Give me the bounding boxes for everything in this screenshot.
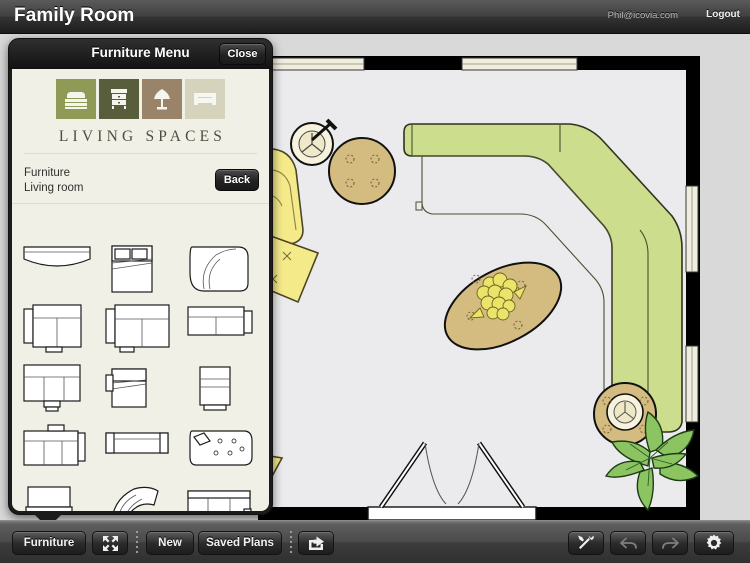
catalog-item-loveseat-arm-right[interactable]	[180, 299, 262, 359]
saved-plans-button[interactable]: Saved Plans	[198, 531, 282, 555]
lamp-icon	[142, 79, 182, 119]
catalog-item-armchair-tall[interactable]	[180, 359, 262, 419]
catalog-item-sofa-three-seat[interactable]	[98, 299, 180, 359]
breadcrumb: Furniture Living room Back	[12, 160, 269, 203]
sofa-icon	[185, 79, 225, 119]
catalog-item-loveseat-arm-left[interactable]	[16, 299, 98, 359]
undo-arrow-icon[interactable]	[610, 531, 646, 555]
user-email-label: Phil@icovia.com	[607, 10, 678, 21]
brand-tiles	[12, 79, 269, 119]
gear-icon[interactable]	[694, 531, 734, 555]
toolbar-separator	[290, 531, 292, 555]
toolbar-separator	[136, 531, 138, 555]
catalog-item-chaise-lounge-dots[interactable]	[180, 419, 262, 479]
catalog-grid	[16, 239, 269, 511]
close-button[interactable]: Close	[219, 43, 266, 65]
catalog-item-console-table-desk[interactable]	[16, 479, 98, 511]
catalog-item-curved-corner-sofa[interactable]	[98, 479, 180, 511]
catalog-item-angled-sectional[interactable]	[98, 359, 180, 419]
tools-icon[interactable]	[568, 531, 604, 555]
bed-icon	[56, 79, 96, 119]
catalog-item-sofa-three-cushion[interactable]	[180, 479, 262, 511]
round-side-table	[328, 137, 396, 205]
furniture-menu-popover[interactable]: Furniture Menu Close LIVING SPACES Furni…	[8, 38, 273, 515]
divider	[12, 203, 269, 204]
bottom-toolbar: Furniture New Saved Plans	[0, 520, 750, 563]
logout-button[interactable]: Logout	[706, 9, 740, 20]
window-top-right	[461, 57, 578, 71]
furniture-menu-body: LIVING SPACES Furniture Living room Back	[12, 69, 269, 511]
page-title: Family Room	[14, 5, 135, 26]
catalog-item-bed-plan[interactable]	[98, 239, 180, 299]
redo-arrow-icon[interactable]	[652, 531, 688, 555]
app-header: Family Room Phil@icovia.com Logout	[0, 0, 750, 34]
window-right-lower	[685, 345, 699, 423]
window-top-left	[271, 57, 365, 71]
brand-name: LIVING SPACES	[58, 128, 227, 145]
furniture-button[interactable]: Furniture	[12, 531, 86, 555]
brand-header: LIVING SPACES	[12, 69, 269, 160]
catalog-item-sofa-low-profile[interactable]	[98, 419, 180, 479]
window-right-upper	[685, 185, 699, 273]
expand-arrows-icon[interactable]	[92, 531, 128, 555]
app-root: Family Room Phil@icovia.com Logout Furni…	[0, 0, 750, 563]
share-arrow-icon[interactable]	[298, 531, 334, 555]
catalog-item-corner-curve-unit[interactable]	[180, 239, 262, 299]
nightstand-icon	[99, 79, 139, 119]
catalog-item-curved-sofa[interactable]	[16, 239, 98, 299]
new-button[interactable]: New	[146, 531, 194, 555]
catalog-item-chaise-sectional[interactable]	[16, 359, 98, 419]
divider	[24, 153, 257, 154]
furniture-catalog[interactable]	[12, 235, 269, 511]
back-button[interactable]: Back	[215, 169, 259, 191]
furniture-menu-titlebar: Furniture Menu Close	[9, 39, 272, 69]
catalog-item-recliner-sectional[interactable]	[16, 419, 98, 479]
